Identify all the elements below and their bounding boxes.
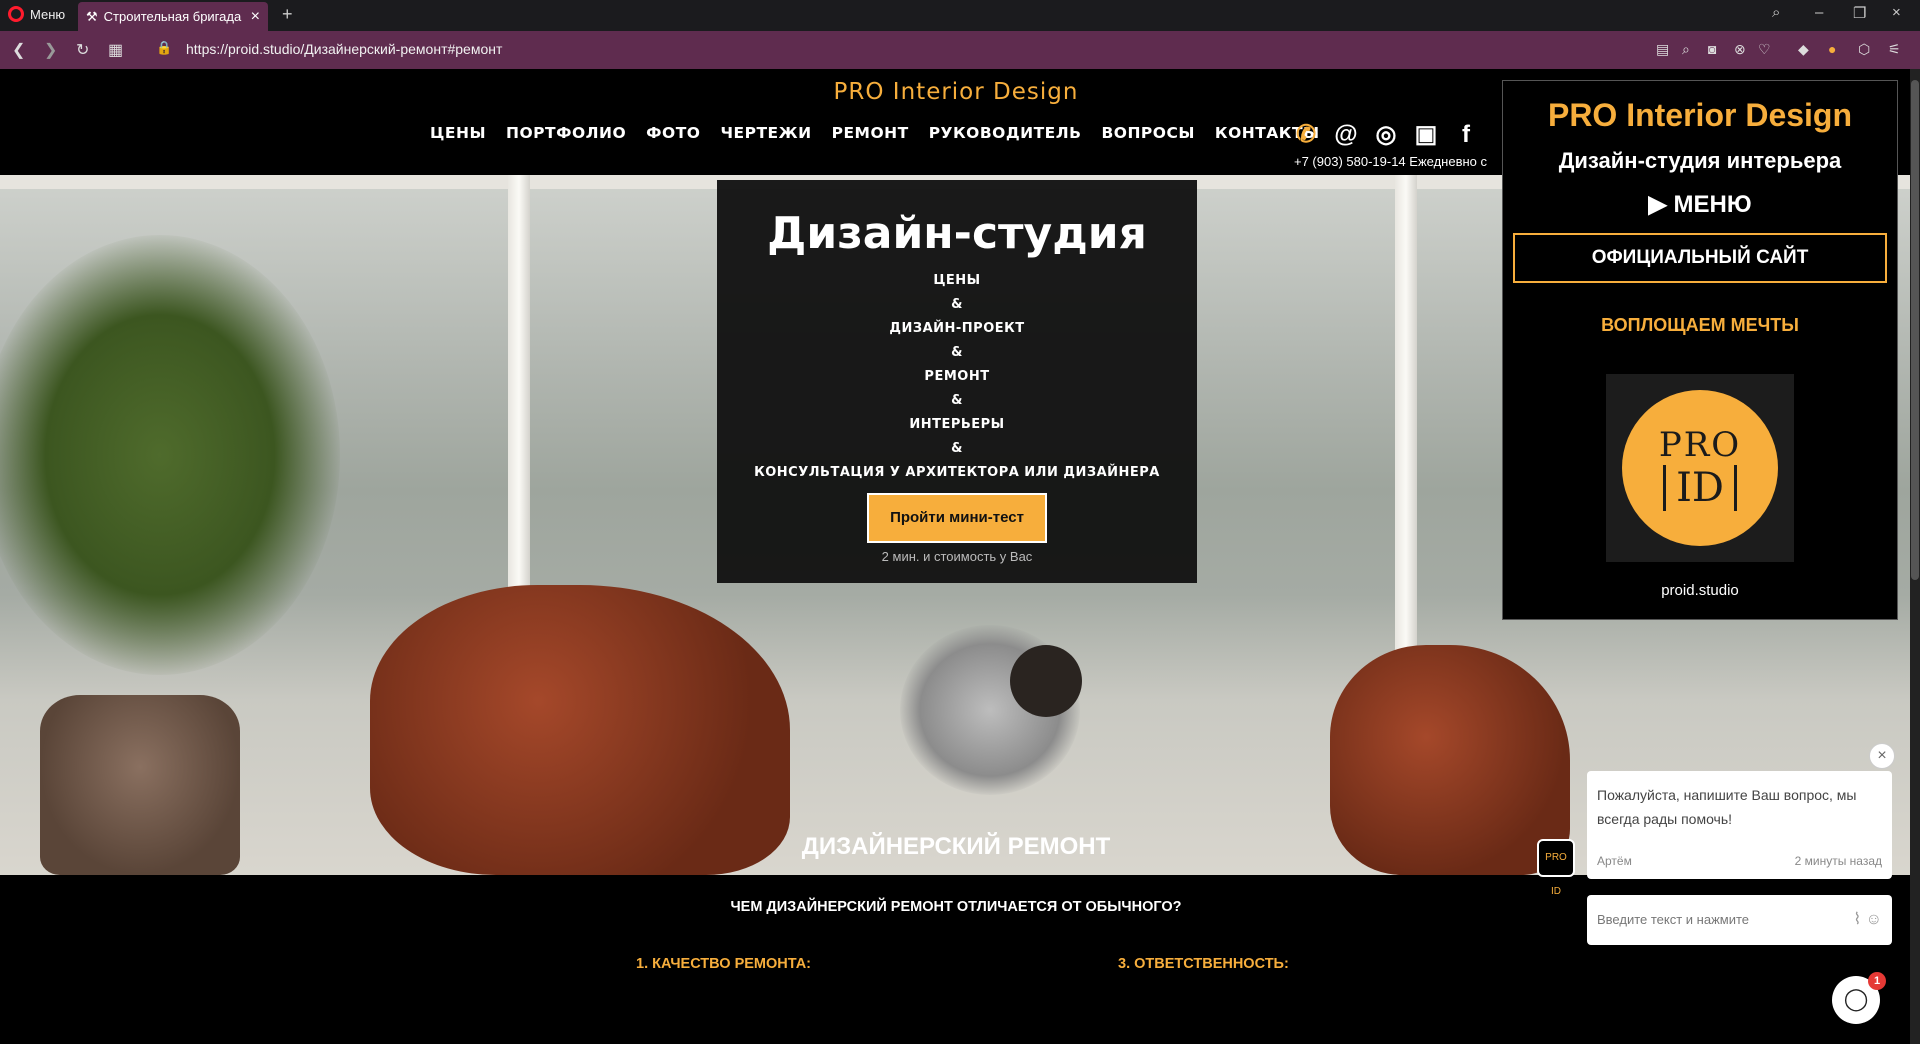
minimize-icon[interactable]: – — [1815, 4, 1823, 21]
attach-icon[interactable]: ⌇ — [1853, 911, 1861, 928]
chat-avatar: PRO ID — [1537, 839, 1575, 897]
popup-menu-toggle[interactable]: ▶ МЕНЮ — [1503, 190, 1897, 219]
chat-input-actions: ⌇ ☺ — [1853, 895, 1882, 945]
mini-test-button[interactable]: Пройти мини-тест — [867, 493, 1047, 543]
proid-logo-badge: PRO ID — [1622, 390, 1778, 546]
phone-number[interactable]: +7 (903) 580-19-14 Ежедневно с — [1294, 154, 1487, 169]
tab-title: Строительная бригада сп — [103, 9, 245, 24]
chat-message-text: Пожалуйста, напишите Ваш вопрос, мы всег… — [1597, 787, 1857, 827]
lounge-chair-left — [370, 585, 790, 875]
chat-meta: Артём 2 минуты назад — [1597, 849, 1882, 873]
forward-icon[interactable]: ❯ — [44, 40, 57, 60]
palm-plant-left — [0, 235, 340, 675]
back-icon[interactable]: ❮ — [12, 40, 25, 60]
logo-text-top: PRO — [1658, 425, 1742, 465]
chat-message-bubble: Пожалуйста, напишите Ваш вопрос, мы всег… — [1587, 771, 1892, 879]
maximize-icon[interactable]: ❐ — [1853, 4, 1866, 22]
email-icon[interactable]: @ — [1332, 121, 1360, 149]
proid-extension-icon[interactable]: ● — [1828, 41, 1836, 57]
nav-item-portfolio[interactable]: ПОРТФОЛИО — [506, 124, 626, 142]
chat-input-placeholder: Введите текст и нажмите — [1597, 912, 1750, 927]
browser-menu-label: Меню — [30, 6, 66, 22]
nav-item-director[interactable]: РУКОВОДИТЕЛЬ — [929, 124, 1082, 142]
column-heading-quality: 1. КАЧЕСТВО РЕМОНТА: — [636, 956, 811, 972]
hero-line: & — [951, 393, 963, 408]
lock-icon: 🔒 — [156, 40, 173, 55]
browser-addressbar: ❮ ❯ ↻ ▦ 🔒 https://proid.studio/Дизайнерс… — [0, 31, 1920, 69]
hero-line: & — [951, 297, 963, 312]
triangle-right-icon: ▶ — [1648, 191, 1667, 218]
nav-item-photo[interactable]: ФОТО — [646, 124, 700, 142]
tab-close-icon[interactable]: × — [251, 8, 260, 26]
site-nav: ЦЕНЫ ПОРТФОЛИО ФОТО ЧЕРТЕЖИ РЕМОНТ РУКОВ… — [430, 124, 1320, 142]
search-tabs-icon[interactable]: ⌕ — [1772, 4, 1780, 21]
new-tab-icon[interactable]: + — [282, 4, 293, 25]
extension-popup: PRO Interior Design Дизайн-студия интерь… — [1502, 80, 1898, 620]
chat-close-icon[interactable]: × — [1869, 743, 1895, 769]
official-site-button[interactable]: ОФИЦИАЛЬНЫЙ САЙТ — [1513, 233, 1887, 283]
emoji-icon[interactable]: ☺ — [1866, 911, 1882, 928]
facebook-icon[interactable]: f — [1452, 121, 1480, 149]
hero-line: & — [951, 345, 963, 360]
url-field[interactable]: https://proid.studio/Дизайнерский-ремонт… — [186, 41, 502, 57]
chat-input[interactable]: Введите текст и нажмите ⌇ ☺ — [1587, 895, 1892, 945]
reader-icon[interactable]: ▤ — [1656, 41, 1669, 58]
hero-line: ЦЕНЫ — [933, 273, 981, 288]
column-heading-responsibility: 3. ОТВЕТСТВЕННОСТЬ: — [1118, 956, 1289, 972]
phone-icon[interactable]: ✆ — [1292, 121, 1320, 149]
browser-tab-active[interactable]: ⚒ Строительная бригада сп × — [78, 2, 268, 31]
tab-favicon-icon: ⚒ — [86, 8, 98, 24]
whatsapp-icon[interactable]: ◎ — [1372, 121, 1400, 149]
popup-slogan: ВОПЛОЩАЕМ МЕЧТЫ — [1601, 315, 1799, 335]
hero-title: Дизайн-студия — [767, 208, 1147, 259]
nav-item-prices[interactable]: ЦЕНЫ — [430, 124, 486, 142]
extension-shield-icon[interactable]: ◆ — [1798, 41, 1809, 58]
easy-setup-icon[interactable]: ⚟ — [1888, 41, 1901, 58]
chat-author: Артём — [1597, 854, 1632, 868]
hero-line: & — [951, 441, 963, 456]
browser-tabbar: Меню ⚒ Строительная бригада сп × + ⌕ – ❐… — [0, 0, 1920, 31]
popup-logo[interactable]: PRO ID — [1606, 374, 1794, 562]
hero-services: ЦЕНЫ & ДИЗАЙН-ПРОЕКТ & РЕМОНТ & ИНТЕРЬЕР… — [717, 269, 1197, 485]
browser-menu-button[interactable]: Меню — [8, 6, 65, 22]
vase — [1010, 645, 1082, 717]
nav-item-drawings[interactable]: ЧЕРТЕЖИ — [720, 124, 811, 142]
hero-line: РЕМОНТ — [924, 369, 990, 384]
contact-icons: ✆ @ ◎ ▣ f — [1292, 121, 1480, 149]
instagram-icon[interactable]: ▣ — [1412, 121, 1440, 149]
nav-item-questions[interactable]: ВОПРОСЫ — [1101, 124, 1194, 142]
opera-logo-icon — [8, 6, 24, 22]
snapshot-icon[interactable]: ◙ — [1708, 41, 1716, 57]
hero-line: ДИЗАЙН-ПРОЕКТ — [889, 321, 1025, 336]
hero-line: КОНСУЛЬТАЦИЯ У АРХИТЕКТОРА ИЛИ ДИЗАЙНЕРА — [754, 465, 1160, 480]
popup-menu-label: МЕНЮ — [1673, 191, 1752, 218]
logo-text-bottom: ID — [1663, 465, 1737, 511]
nav-item-repair[interactable]: РЕМОНТ — [832, 124, 909, 142]
popup-subtitle: Дизайн-студия интерьера — [1558, 148, 1842, 173]
chat-time: 2 минуты назад — [1794, 854, 1882, 868]
window-close-icon[interactable]: × — [1892, 4, 1901, 21]
chat-unread-badge: 1 — [1868, 972, 1886, 990]
hero-line: ИНТЕРЬЕРЫ — [909, 417, 1005, 432]
reload-icon[interactable]: ↻ — [76, 40, 89, 60]
extensions-cube-icon[interactable]: ⬡ — [1858, 41, 1870, 58]
zoom-icon[interactable]: ⌕ — [1682, 41, 1690, 58]
adblock-icon[interactable]: ⊗ — [1734, 41, 1746, 58]
speed-dial-icon[interactable]: ▦ — [108, 40, 123, 60]
scrollbar-thumb[interactable] — [1911, 80, 1919, 580]
heart-icon[interactable]: ♡ — [1758, 41, 1771, 58]
mini-test-subtitle: 2 мин. и стоимость у Вас — [881, 549, 1033, 564]
popup-caption[interactable]: proid.studio — [1503, 582, 1897, 599]
popup-brand: PRO Interior Design — [1547, 97, 1853, 133]
hero-card: Дизайн-студия ЦЕНЫ & ДИЗАЙН-ПРОЕКТ & РЕМ… — [717, 180, 1197, 583]
